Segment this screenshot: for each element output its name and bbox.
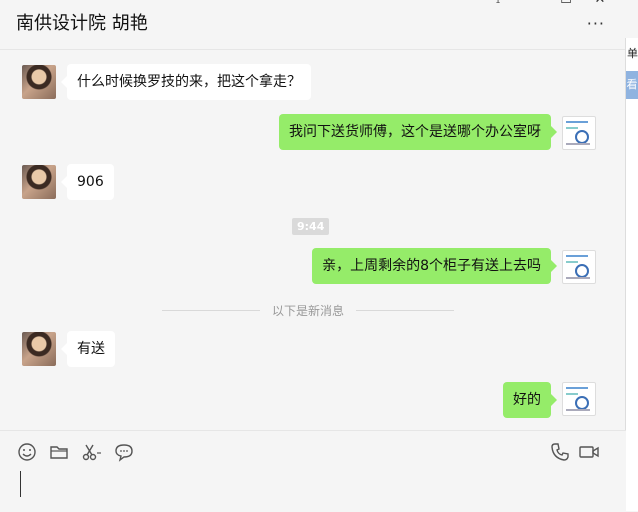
maximize-icon[interactable]: ☐	[554, 0, 578, 7]
message-bubble[interactable]: 有送	[61, 331, 115, 367]
message-bubble[interactable]: 906	[61, 164, 114, 200]
chat-title: 南供设计院 胡艳	[16, 13, 148, 34]
text-cursor	[20, 471, 21, 497]
side-panel-tab[interactable]: 看	[626, 71, 638, 99]
scissors-icon[interactable]	[80, 441, 102, 463]
message-bubble[interactable]: 亲，上周剩余的8个柜子有送上去吗	[312, 248, 557, 284]
side-panel-edge: 单 看	[625, 38, 638, 511]
side-panel-char: 单	[627, 47, 638, 60]
new-messages-label: 以下是新消息	[271, 304, 344, 318]
video-icon[interactable]	[578, 441, 600, 463]
message-list: 什么时候换罗技的来，把这个拿走？ 我问下送货师傅，这个是送哪个办公室呀 906 …	[0, 50, 626, 430]
self-avatar[interactable]	[562, 382, 596, 416]
minimize-icon[interactable]: —	[520, 0, 544, 7]
self-avatar[interactable]	[562, 116, 596, 150]
pin-icon[interactable]: ⟟	[486, 0, 510, 7]
message-bubble[interactable]: 好的	[503, 382, 557, 418]
more-options-button[interactable]: ···	[587, 14, 605, 33]
new-messages-divider: 以下是新消息	[162, 302, 454, 318]
chat-bubble-icon[interactable]	[113, 441, 135, 463]
timestamp: 9:44	[292, 218, 330, 235]
chat-header: 南供设计院 胡艳 ⟟ — ☐ ✕ ···	[0, 0, 626, 50]
contact-avatar[interactable]	[22, 165, 56, 199]
message-input-area[interactable]	[0, 430, 626, 512]
window-controls: ⟟ — ☐ ✕	[486, 0, 612, 7]
contact-avatar[interactable]	[22, 332, 56, 366]
contact-avatar[interactable]	[22, 65, 56, 99]
self-avatar[interactable]	[562, 250, 596, 284]
emoji-icon[interactable]	[16, 441, 38, 463]
message-bubble[interactable]: 什么时候换罗技的来，把这个拿走？	[61, 64, 311, 100]
phone-icon[interactable]	[549, 441, 571, 463]
close-icon[interactable]: ✕	[588, 0, 612, 7]
message-bubble[interactable]: 我问下送货师傅，这个是送哪个办公室呀	[279, 114, 557, 150]
folder-icon[interactable]	[48, 441, 70, 463]
